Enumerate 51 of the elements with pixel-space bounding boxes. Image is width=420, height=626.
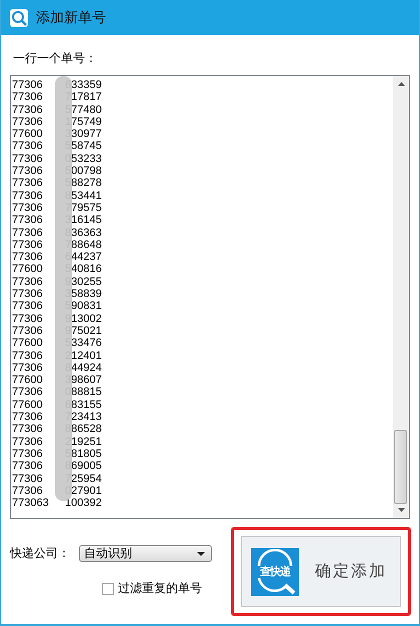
dropdown-caret-icon xyxy=(197,552,205,556)
tracking-number-start: 77306 xyxy=(12,238,44,252)
tracking-number-start: 77306 xyxy=(12,79,44,92)
tracking-number-start: 77600 xyxy=(12,128,44,140)
tracking-number-start: 77306 xyxy=(12,324,44,338)
tracking-number-start: 77600 xyxy=(12,337,44,350)
tracking-number-start: 77306 xyxy=(12,165,44,178)
scroll-thumb[interactable] xyxy=(394,430,407,504)
confirm-add-button[interactable]: 查快递 确定添加 xyxy=(241,536,401,607)
tracking-number-start: 77306 xyxy=(12,177,44,190)
tracking-number-start: 77306 xyxy=(12,226,44,239)
tracking-number-start: 77306 xyxy=(12,300,44,313)
logo: 查快递 xyxy=(251,548,299,596)
tracking-number-start: 77600 xyxy=(12,263,44,276)
tracking-number-start: 77306 xyxy=(12,190,44,202)
tracking-number-start: 77306 xyxy=(12,350,44,362)
tracking-number-start: 77306 xyxy=(12,104,44,116)
tracking-number-start: 77306 xyxy=(12,411,44,424)
filter-label: 过滤重复的单号 xyxy=(118,580,202,597)
tracking-number-start: 77306 xyxy=(12,312,44,325)
tracking-number-start: 77306 xyxy=(12,472,44,485)
tracking-number-start: 773063 xyxy=(12,497,50,510)
tracking-number-start: 77306 xyxy=(12,484,44,498)
scroll-down-icon[interactable] xyxy=(398,508,404,512)
tracking-number-start: 77306 xyxy=(12,91,44,104)
scrollbar[interactable] xyxy=(393,76,409,518)
tracking-number-start: 77306 xyxy=(12,140,44,153)
tracking-number-start: 77306 xyxy=(12,362,44,374)
tracking-number-start: 77306 xyxy=(12,448,44,460)
tracking-number-start: 77306 xyxy=(12,251,44,264)
magnifier-icon xyxy=(10,8,28,26)
tracking-number-start: 77306 xyxy=(12,214,44,227)
tracking-number-start: 77306 xyxy=(12,288,44,300)
tracking-number-start: 77306 xyxy=(12,386,44,399)
tracking-number-start: 77306 xyxy=(12,436,44,448)
tracking-number-start: 77306 xyxy=(12,460,44,472)
scroll-up-icon[interactable] xyxy=(398,82,404,86)
tracking-number-end: 100392 xyxy=(65,497,102,510)
window-title: 添加新单号 xyxy=(36,8,106,26)
tracking-number-start: 77306 xyxy=(12,202,44,214)
tracking-number-start: 77306 xyxy=(12,276,44,288)
company-dropdown[interactable]: 自动识别 xyxy=(79,545,212,562)
tracking-number-start: 77306 xyxy=(12,423,44,436)
tracking-number-field[interactable] xyxy=(10,75,410,519)
company-label: 快递公司： xyxy=(10,545,70,562)
tracking-number-start: 77600 xyxy=(12,398,44,412)
tracking-number-start: 77306 xyxy=(12,152,44,166)
list-label: 一行一个单号： xyxy=(13,50,98,67)
filter-checkbox[interactable] xyxy=(102,582,114,594)
tracking-number-start: 77600 xyxy=(12,374,44,386)
tracking-number-start: 77306 xyxy=(12,116,44,128)
